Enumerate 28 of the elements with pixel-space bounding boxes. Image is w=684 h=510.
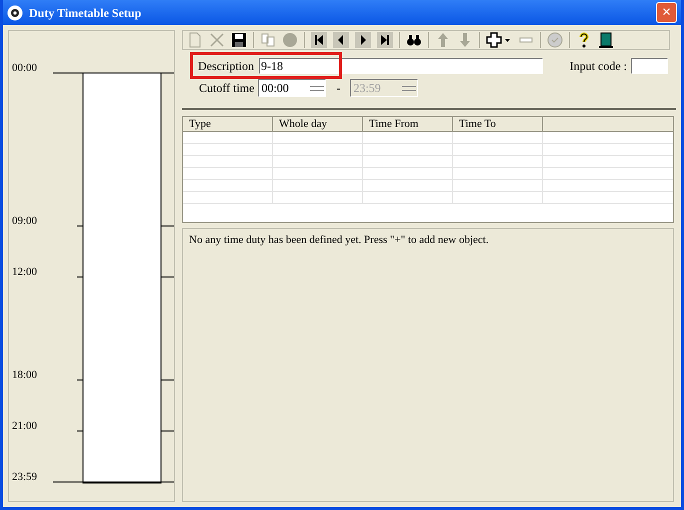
time-label: 00:00 bbox=[12, 63, 38, 74]
next-icon[interactable] bbox=[355, 32, 371, 48]
description-label: Description bbox=[198, 58, 254, 75]
time-label: 18:00 bbox=[12, 370, 38, 381]
column-header[interactable]: Time To bbox=[453, 117, 543, 131]
last-record-icon[interactable] bbox=[377, 32, 393, 48]
binoculars-icon[interactable] bbox=[406, 32, 422, 48]
previous-icon[interactable] bbox=[333, 32, 349, 48]
description-field[interactable]: 9-18 bbox=[259, 58, 543, 74]
empty-message: No any time duty has been defined yet. Press "+" to add new object. bbox=[189, 235, 490, 246]
cutoff-time-label: Cutoff time bbox=[199, 80, 254, 97]
close-button[interactable]: × bbox=[656, 2, 677, 23]
time-label: 09:00 bbox=[12, 216, 38, 227]
input-code-label: Input code : bbox=[570, 58, 627, 75]
time-spinner[interactable]: 00:00 bbox=[258, 79, 326, 97]
add-dropdown-icon[interactable] bbox=[486, 32, 512, 48]
input-code-field[interactable] bbox=[631, 58, 668, 74]
first-record-icon[interactable] bbox=[311, 32, 327, 48]
window-title: Duty Timetable Setup bbox=[29, 4, 142, 22]
time-label: 23:59 bbox=[12, 472, 38, 483]
time-label: 21:00 bbox=[12, 421, 38, 432]
column-header[interactable]: Whole day bbox=[273, 117, 363, 131]
time-label: 12:00 bbox=[12, 267, 38, 278]
save-icon[interactable] bbox=[231, 32, 247, 48]
range-separator: - bbox=[336, 80, 340, 97]
column-header[interactable]: Time From bbox=[363, 117, 453, 131]
exit-door-icon[interactable] bbox=[598, 32, 614, 48]
column-header[interactable]: Type bbox=[183, 117, 273, 131]
